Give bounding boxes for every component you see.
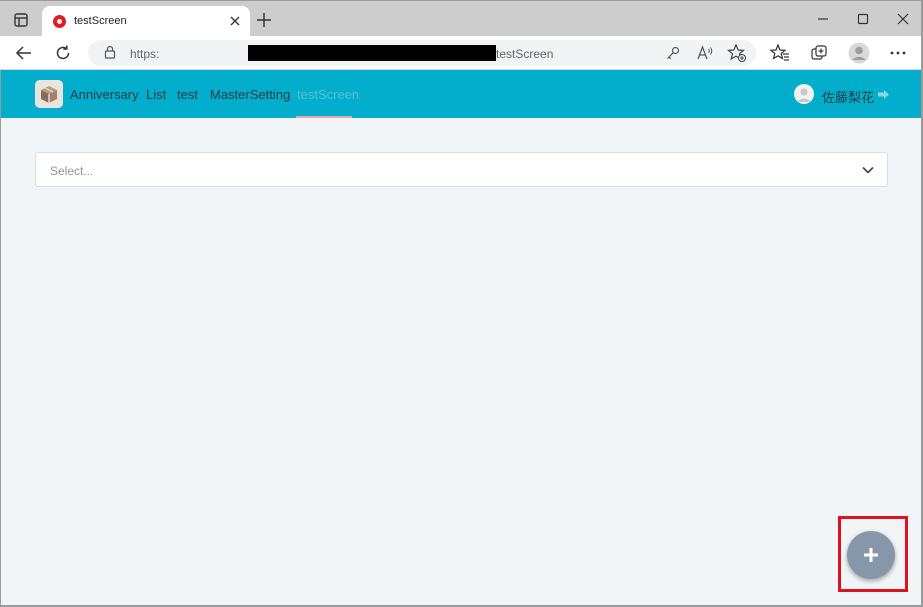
nav-link-testscreen[interactable]: testScreen [297, 87, 359, 102]
browser-tab[interactable]: testScreen [42, 6, 250, 37]
lock-icon[interactable] [102, 44, 118, 60]
plus-icon [864, 548, 878, 562]
close-window-icon[interactable] [895, 11, 911, 27]
app-nav-bar: Anniversary List test MasterSetting test… [0, 70, 923, 118]
url-prefix: https: [130, 47, 160, 61]
main-content: Select... [0, 118, 921, 605]
read-aloud-icon[interactable] [696, 44, 714, 62]
user-name[interactable]: 佐藤梨花 [822, 87, 874, 106]
gift-box-icon [35, 80, 63, 108]
tab-actions-icon[interactable] [10, 10, 32, 30]
chevron-down-icon[interactable] [861, 163, 875, 177]
avatar[interactable] [794, 84, 814, 104]
select-placeholder: Select... [50, 164, 94, 178]
address-bar[interactable]: https: testScreen [88, 40, 756, 66]
url-suffix: testScreen [496, 47, 554, 61]
more-options-icon[interactable] [888, 43, 908, 63]
add-favorite-icon[interactable] [727, 43, 747, 63]
nav-link-test[interactable]: test [177, 87, 198, 102]
favorites-icon[interactable] [770, 43, 790, 63]
browser-tab-strip: testScreen [0, 0, 923, 37]
back-icon[interactable] [14, 43, 34, 63]
tab-favicon-icon [53, 15, 66, 28]
logout-icon[interactable] [877, 88, 890, 101]
app-logo[interactable] [35, 80, 63, 108]
browser-toolbar: https: testScreen [0, 36, 923, 70]
add-button[interactable] [847, 531, 895, 579]
key-icon[interactable] [664, 44, 682, 62]
select-dropdown[interactable]: Select... [35, 152, 888, 187]
profile-icon[interactable] [847, 41, 871, 65]
url-redacted-block [248, 45, 496, 61]
nav-link-list[interactable]: List [146, 87, 166, 102]
user-avatar-icon [797, 88, 811, 102]
minimize-icon[interactable] [815, 11, 831, 27]
close-tab-icon[interactable] [228, 14, 242, 28]
tab-title: testScreen [74, 15, 127, 27]
refresh-icon[interactable] [53, 43, 73, 63]
nav-link-mastersetting[interactable]: MasterSetting [210, 87, 290, 102]
maximize-icon[interactable] [855, 11, 871, 27]
nav-link-anniversary[interactable]: Anniversary [70, 87, 139, 102]
new-tab-icon[interactable] [256, 12, 272, 28]
collections-icon[interactable] [809, 43, 829, 63]
window-frame-left [0, 70, 1, 607]
